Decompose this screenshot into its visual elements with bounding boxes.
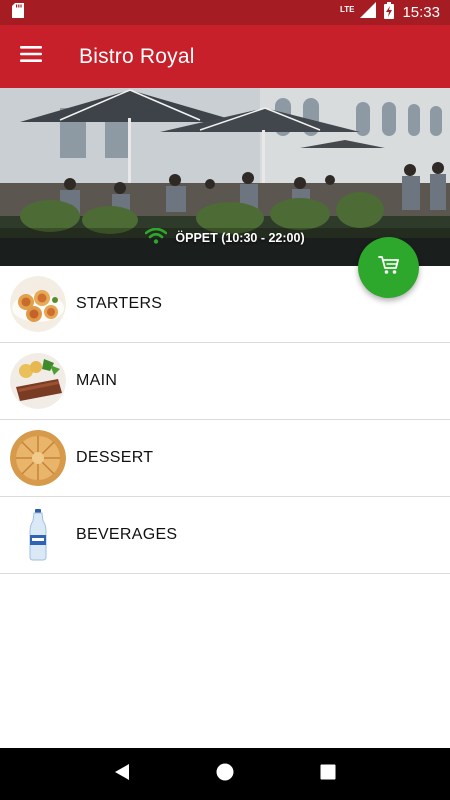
network-type: LTE [339, 4, 355, 14]
app-title: Bistro Royal [79, 44, 195, 68]
status-bar: LTE 15:33 [0, 0, 450, 25]
cart-icon [377, 255, 400, 280]
cart-button[interactable] [358, 237, 419, 298]
category-list: STARTERS MAIN DESSERT BEVERAGES [0, 266, 450, 574]
sd-card-icon [12, 2, 24, 23]
menu-icon [20, 45, 42, 68]
category-main[interactable]: MAIN [0, 343, 450, 420]
opening-hours-text: ÖPPET (10:30 - 22:00) [175, 230, 305, 245]
home-button[interactable] [205, 754, 245, 794]
main-thumbnail [10, 353, 66, 409]
category-beverages[interactable]: BEVERAGES [0, 497, 450, 574]
wifi-icon [145, 227, 168, 247]
starters-thumbnail [10, 276, 66, 332]
navigation-bar [0, 748, 450, 800]
category-label: STARTERS [76, 295, 163, 312]
app-bar: Bistro Royal [0, 25, 450, 88]
battery-charging-icon [384, 1, 395, 24]
menu-button[interactable] [0, 25, 62, 88]
recents-icon [320, 764, 336, 785]
signal-icon [360, 2, 377, 23]
recents-button[interactable] [308, 754, 348, 794]
back-button[interactable] [102, 754, 142, 794]
category-label: MAIN [76, 372, 118, 389]
category-label: BEVERAGES [76, 526, 178, 543]
dessert-thumbnail [10, 430, 66, 486]
category-dessert[interactable]: DESSERT [0, 420, 450, 497]
beverages-thumbnail [10, 507, 66, 563]
back-icon [114, 763, 130, 786]
category-label: DESSERT [76, 449, 154, 466]
clock: 15:33 [402, 4, 440, 21]
home-icon [216, 763, 234, 786]
